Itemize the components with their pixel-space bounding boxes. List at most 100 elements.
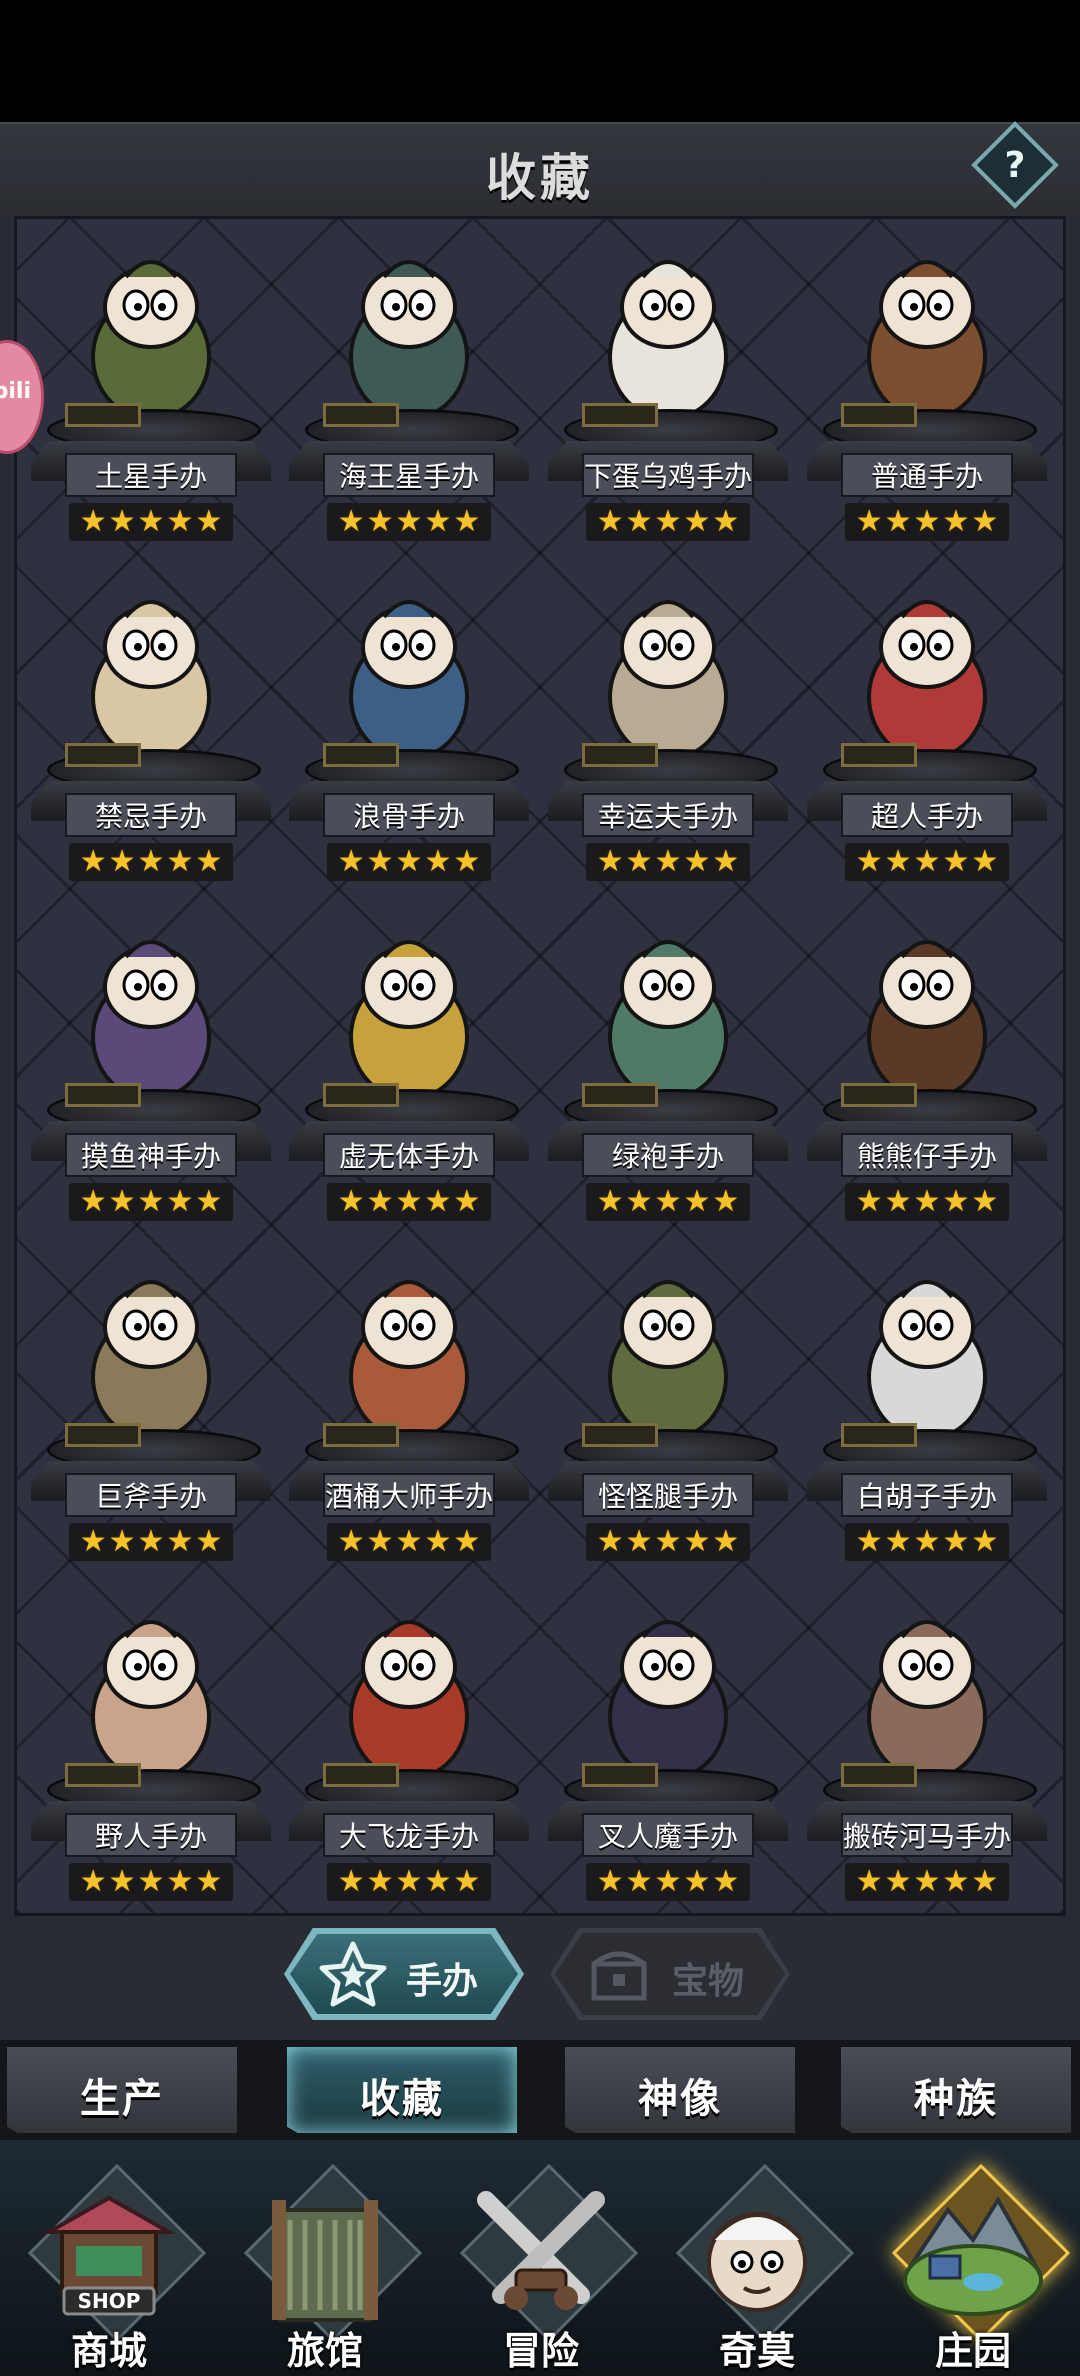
tab-statues[interactable]: 神像 — [562, 2044, 798, 2136]
shop-sign: SHOP — [78, 2289, 141, 2313]
figure-card[interactable]: 下蛋乌鸡手办 ★ ★ ★ ★ ★ — [548, 227, 788, 557]
tab-collection[interactable]: 收藏 — [284, 2044, 520, 2136]
pedestal-plaque — [582, 743, 658, 767]
star-icon: ★ — [855, 844, 883, 879]
figure-card[interactable]: 超人手办 ★ ★ ★ ★ ★ — [807, 567, 1047, 897]
nav-manor[interactable]: 庄园 — [868, 2150, 1078, 2376]
figure-card[interactable]: 怪怪腿手办 ★ ★ ★ ★ ★ — [548, 1247, 788, 1577]
wizard-figure-icon — [608, 600, 728, 761]
pedestal-plaque — [65, 743, 141, 767]
figure-name: 下蛋乌鸡手办 — [582, 453, 754, 497]
pedestal-plaque — [841, 743, 917, 767]
star-icon: ★ — [913, 504, 941, 539]
pedestal-plaque — [841, 1423, 917, 1447]
figure-card[interactable]: 熊熊仔手办 ★ ★ ★ ★ ★ — [807, 907, 1047, 1237]
star-icon: ★ — [625, 1184, 653, 1219]
pedestal-plaque — [841, 403, 917, 427]
tab-production[interactable]: 生产 — [4, 2044, 240, 2136]
star-rating: ★ ★ ★ ★ ★ — [845, 1183, 1009, 1221]
figure-grid: 土星手办 ★ ★ ★ ★ ★ 海王星手办 ★ ★ ★ ★ ★ 下蛋乌鸡手办 ★ ★ ★ ★ ★ 普通手办 ★ ★ ★ ★ ★ 禁… — [14, 216, 1066, 1916]
figure-card[interactable]: 海王星手办 ★ ★ ★ ★ ★ — [289, 227, 529, 557]
forbidden-figure-icon — [91, 600, 211, 761]
star-rating: ★ ★ ★ ★ ★ — [586, 843, 750, 881]
star-icon: ★ — [337, 504, 365, 539]
figure-card[interactable]: 幸运夫手办 ★ ★ ★ ★ ★ — [548, 567, 788, 897]
star-rating: ★ ★ ★ ★ ★ — [845, 1863, 1009, 1901]
nav-adventure[interactable]: 冒险 — [436, 2150, 646, 2376]
pedestal-plaque — [323, 1083, 399, 1107]
pedestal-plaque — [323, 743, 399, 767]
figure-name: 海王星手办 — [323, 453, 495, 497]
star-icon: ★ — [942, 504, 970, 539]
figure-card[interactable]: 普通手办 ★ ★ ★ ★ ★ — [807, 227, 1047, 557]
star-icon: ★ — [654, 1524, 682, 1559]
star-icon: ★ — [884, 1524, 912, 1559]
star-icon: ★ — [971, 1524, 999, 1559]
figure-name: 大飞龙手办 — [323, 1813, 495, 1857]
star-icon: ★ — [683, 504, 711, 539]
star-icon: ★ — [453, 1524, 481, 1559]
figure-card[interactable]: 虚无体手办 ★ ★ ★ ★ ★ — [289, 907, 529, 1237]
figure-name: 叉人魔手办 — [582, 1813, 754, 1857]
star-rating: ★ ★ ★ ★ ★ — [327, 1183, 491, 1221]
star-rating: ★ ★ ★ ★ ★ — [327, 1523, 491, 1561]
dragon-figure-icon — [349, 1620, 469, 1781]
star-rating: ★ ★ ★ ★ ★ — [69, 1183, 233, 1221]
figure-card[interactable]: 土星手办 ★ ★ ★ ★ ★ — [31, 227, 271, 557]
star-rating: ★ ★ ★ ★ ★ — [327, 843, 491, 881]
axe-figure-icon — [91, 1280, 211, 1441]
figure-card[interactable]: 搬砖河马手办 ★ ★ ★ ★ ★ — [807, 1587, 1047, 1917]
star-icon: ★ — [625, 504, 653, 539]
star-icon: ★ — [855, 504, 883, 539]
collection-screen: 收藏 ? 土星手办 ★ ★ ★ ★ ★ 海王星手办 ★ ★ ★ ★ ★ 下蛋乌鸡手办 ★ ★ ★ ★ ★ 普通手办 ★… — [0, 0, 1080, 2376]
star-icon: ★ — [195, 504, 223, 539]
figure-card[interactable]: 禁忌手办 ★ ★ ★ ★ ★ — [31, 567, 271, 897]
help-icon: ? — [1004, 144, 1026, 186]
star-icon: ★ — [884, 844, 912, 879]
toggle-figures[interactable]: 手办 — [284, 1928, 524, 2020]
nav-kimo[interactable]: 奇莫 — [652, 2150, 862, 2376]
shop-icon: SHOP — [41, 2195, 177, 2316]
star-icon: ★ — [166, 1864, 194, 1899]
star-icon: ★ — [625, 1864, 653, 1899]
star-icon: ★ — [942, 844, 970, 879]
star-icon: ★ — [712, 1524, 740, 1559]
nav-inn-label: 旅馆 — [286, 2329, 363, 2373]
figure-card[interactable]: 摸鱼神手办 ★ ★ ★ ★ ★ — [31, 907, 271, 1237]
nav-inn[interactable]: 旅馆 — [220, 2150, 430, 2376]
star-icon: ★ — [137, 504, 165, 539]
figure-card[interactable]: 酒桶大师手办 ★ ★ ★ ★ ★ — [289, 1247, 529, 1577]
toggle-treasures[interactable]: 宝物 — [550, 1928, 790, 2020]
star-icon: ★ — [195, 1864, 223, 1899]
figure-name: 超人手办 — [841, 793, 1013, 837]
figure-name: 摸鱼神手办 — [65, 1133, 237, 1177]
figure-card[interactable]: 浪骨手办 ★ ★ ★ ★ ★ — [289, 567, 529, 897]
figure-card[interactable]: 叉人魔手办 ★ ★ ★ ★ ★ — [548, 1587, 788, 1917]
star-rating: ★ ★ ★ ★ ★ — [327, 503, 491, 541]
star-icon: ★ — [424, 1184, 452, 1219]
star-rating: ★ ★ ★ ★ ★ — [845, 843, 1009, 881]
star-icon: ★ — [137, 844, 165, 879]
star-rating: ★ ★ ★ ★ ★ — [69, 503, 233, 541]
star-icon: ★ — [395, 1524, 423, 1559]
bubble-text: bili — [0, 379, 31, 404]
nav-manor-label: 庄园 — [934, 2329, 1011, 2373]
star-rating: ★ ★ ★ ★ ★ — [586, 1183, 750, 1221]
tab-races[interactable]: 种族 — [838, 2044, 1074, 2136]
figure-card[interactable]: 大飞龙手办 ★ ★ ★ ★ ★ — [289, 1587, 529, 1917]
star-icon: ★ — [395, 1184, 423, 1219]
boxer-figure-icon — [608, 1280, 728, 1441]
star-icon: ★ — [884, 1184, 912, 1219]
pedestal-plaque — [582, 403, 658, 427]
figure-card[interactable]: 巨斧手办 ★ ★ ★ ★ ★ — [31, 1247, 271, 1577]
star-icon: ★ — [366, 1524, 394, 1559]
nav-shop[interactable]: SHOP 商城 — [4, 2150, 214, 2376]
pedestal-plaque — [582, 1083, 658, 1107]
pedestal-plaque — [65, 403, 141, 427]
star-icon: ★ — [366, 1864, 394, 1899]
star-icon: ★ — [913, 1184, 941, 1219]
figure-card[interactable]: 白胡子手办 ★ ★ ★ ★ ★ — [807, 1247, 1047, 1577]
star-icon: ★ — [596, 1524, 624, 1559]
figure-card[interactable]: 野人手办 ★ ★ ★ ★ ★ — [31, 1587, 271, 1917]
figure-card[interactable]: 绿袍手办 ★ ★ ★ ★ ★ — [548, 907, 788, 1237]
